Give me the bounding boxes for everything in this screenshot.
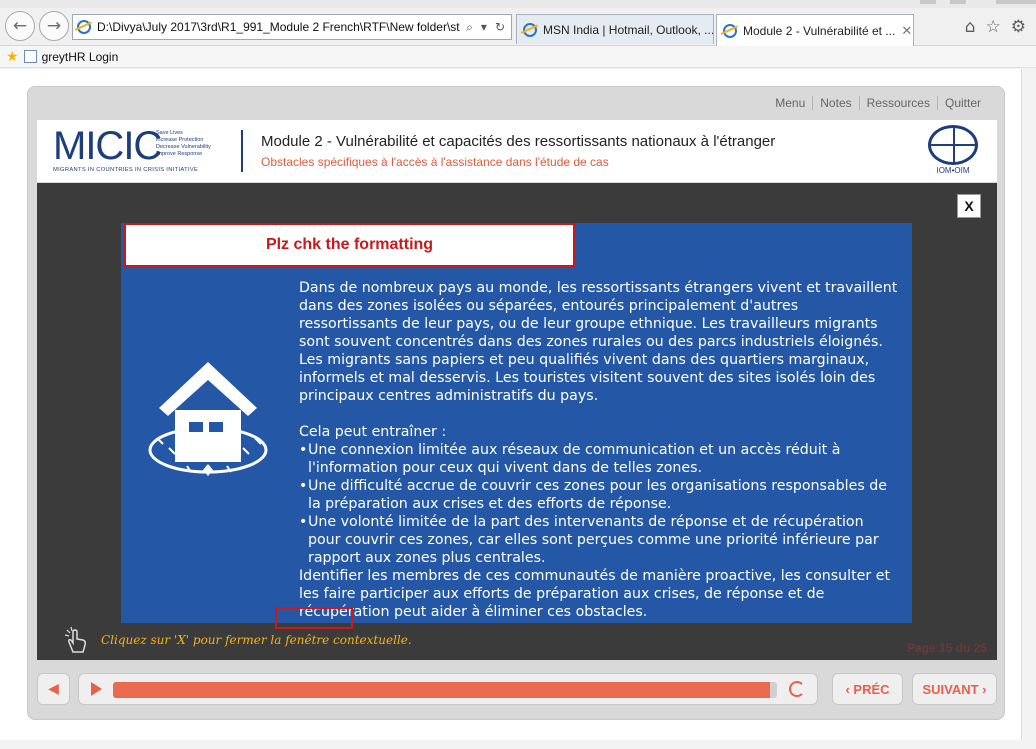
playback-controls: ◀︎ ‹ PRÉC SUIVANT › (37, 673, 997, 709)
house-icon (148, 362, 268, 476)
replay-icon[interactable] (789, 681, 805, 697)
list-item: Une connexion limitée aux réseaux de com… (299, 441, 899, 477)
star-icon[interactable]: ☆ (986, 17, 1001, 37)
quit-link[interactable]: Quitter (936, 96, 988, 110)
progress-fill (113, 682, 771, 698)
logo-strap: MIGRANTS IN COUNTRIES IN CRISIS INITIATI… (53, 167, 199, 173)
top-navigation: Menu Notes Ressources Quitter (768, 96, 988, 110)
ie-icon (523, 22, 537, 37)
logo-tagline: Save Lives Increase Protection Decrease … (156, 130, 211, 157)
next-button[interactable]: SUIVANT › (912, 673, 997, 705)
address-text[interactable]: D:\Divya\July 2017\3rd\R1_991_Module 2 F… (97, 20, 460, 34)
vertical-scrollbar[interactable] (1021, 69, 1036, 749)
tab-label: MSN India | Hotmail, Outlook, ... (543, 22, 714, 37)
popup-intro: Cela peut entraîner : (299, 424, 447, 440)
course-header: MICIC Save Lives Increase Protection Dec… (37, 120, 997, 182)
favorites-bar: ★ greytHR Login (0, 46, 1036, 68)
notes-link[interactable]: Notes (812, 96, 858, 110)
play-icon[interactable] (91, 682, 102, 696)
seek-container (78, 673, 818, 705)
refresh-icon[interactable]: ↻ (495, 20, 505, 35)
popup-paragraph: Dans de nombreux pays au monde, les ress… (299, 280, 898, 404)
review-annotation: Plz chk the formatting (124, 223, 575, 267)
course-player: Menu Notes Ressources Quitter MICIC Save… (27, 86, 1005, 720)
close-window-button[interactable] (996, 0, 1036, 4)
header-divider (241, 130, 243, 172)
menu-link[interactable]: Menu (768, 96, 812, 110)
home-icon[interactable]: ⌂ (965, 17, 976, 37)
close-hint: Cliquez sur 'X' pour fermer la fenêtre c… (63, 626, 412, 654)
tab-module-2[interactable]: Module 2 - Vulnérabilité et ... ✕ (716, 14, 914, 46)
globe-icon (928, 125, 978, 165)
gear-icon[interactable]: ⚙ (1011, 17, 1026, 37)
speaker-icon: ◀︎ (48, 681, 59, 697)
slide-stage: X Plz chk the formatting Dans de nombreu… (37, 183, 997, 660)
window-title-strip (0, 0, 1036, 8)
forward-button[interactable]: → (39, 11, 69, 41)
list-item: Une difficulté accrue de couvrir ces zon… (299, 477, 899, 513)
status-strip (0, 740, 1036, 749)
maximize-button[interactable] (950, 0, 966, 4)
back-button[interactable]: ← (5, 11, 35, 41)
close-popup-button[interactable]: X (957, 194, 981, 218)
micic-logo: MICIC Save Lives Increase Protection Dec… (53, 126, 223, 175)
ie-icon (723, 23, 737, 38)
favorites-star-icon[interactable]: ★ (6, 48, 19, 65)
popup-bullet-list: Une connexion limitée aux réseaux de com… (299, 441, 899, 567)
mute-button[interactable]: ◀︎ (37, 673, 70, 705)
iom-label: IOM•OIM (936, 166, 970, 175)
ie-icon (77, 20, 91, 34)
hand-pointer-icon (64, 626, 86, 653)
page-indicator: Page 15 du 25 (906, 641, 987, 655)
search-icon[interactable]: ⌕ (466, 20, 473, 35)
tab-close-icon[interactable]: ✕ (895, 23, 912, 39)
dropdown-icon[interactable]: ▾ (481, 20, 487, 35)
browser-toolbar: ← → D:\Divya\July 2017\3rd\R1_991_Module… (0, 8, 1036, 46)
forward-arrow-icon: → (46, 16, 62, 36)
previous-button[interactable]: ‹ PRÉC (832, 673, 903, 705)
module-title: Module 2 - Vulnérabilité et capacités de… (261, 133, 776, 150)
resources-link[interactable]: Ressources (858, 96, 937, 110)
content-popup: Plz chk the formatting Dans de nombreux … (121, 223, 912, 623)
tab-msn[interactable]: MSN India | Hotmail, Outlook, ... (516, 14, 714, 44)
address-bar[interactable]: D:\Divya\July 2017\3rd\R1_991_Module 2 F… (72, 14, 512, 40)
minimize-button[interactable] (920, 0, 936, 4)
popup-body: Dans de nombreux pays au monde, les ress… (299, 279, 899, 621)
popup-closing: Identifier les membres de ces communauté… (299, 568, 891, 620)
iom-logo: IOM•OIM (925, 125, 981, 179)
hint-text: Cliquez sur 'X' pour fermer la fenêtre c… (101, 633, 412, 647)
progress-bar[interactable] (113, 682, 777, 698)
page-icon (23, 50, 37, 63)
module-subtitle: Obstacles spécifiques à l'accès à l'assi… (261, 155, 609, 169)
favorite-greythr-link[interactable]: greytHR Login (42, 50, 119, 64)
back-arrow-icon: ← (12, 16, 28, 36)
list-item: Une volonté limitée de la part des inter… (299, 513, 899, 567)
tab-label: Module 2 - Vulnérabilité et ... (743, 23, 896, 38)
